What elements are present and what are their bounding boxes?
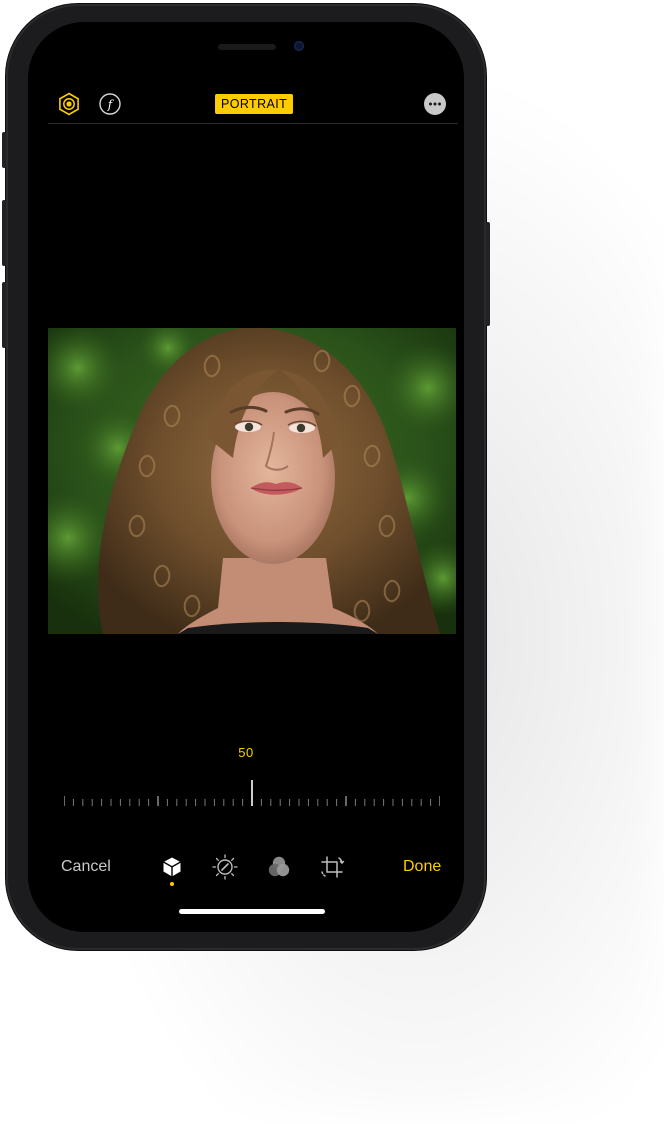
speaker-grille — [218, 44, 276, 50]
portrait-cube-icon[interactable] — [159, 854, 185, 880]
portrait-lighting-icon[interactable] — [57, 92, 81, 116]
filters-icon[interactable] — [266, 854, 292, 880]
top-toolbar: f PORTRAIT — [28, 92, 464, 126]
volume-up-button — [2, 200, 6, 266]
toolbar-divider — [48, 123, 458, 124]
active-tool-indicator — [170, 882, 174, 886]
more-options-icon[interactable] — [423, 92, 447, 116]
silent-switch — [2, 132, 6, 168]
volume-down-button — [2, 282, 6, 348]
screen: f PORTRAIT 50 Cancel Done — [28, 22, 464, 932]
power-button — [486, 222, 490, 326]
adjust-dial-icon[interactable] — [212, 854, 238, 880]
iphone-frame: f PORTRAIT 50 Cancel Done — [2, 4, 490, 950]
crop-rotate-icon[interactable] — [319, 854, 345, 880]
cancel-button[interactable]: Cancel — [61, 858, 111, 876]
home-indicator[interactable] — [179, 909, 325, 914]
portrait-photo — [48, 328, 456, 634]
slider-value: 50 — [238, 745, 254, 760]
done-button[interactable]: Done — [403, 858, 441, 876]
svg-text:f: f — [107, 98, 115, 112]
portrait-mode-badge[interactable]: PORTRAIT — [215, 94, 294, 114]
depth-slider[interactable] — [64, 780, 440, 816]
front-camera — [294, 41, 304, 51]
aperture-f-icon[interactable]: f — [98, 92, 122, 116]
